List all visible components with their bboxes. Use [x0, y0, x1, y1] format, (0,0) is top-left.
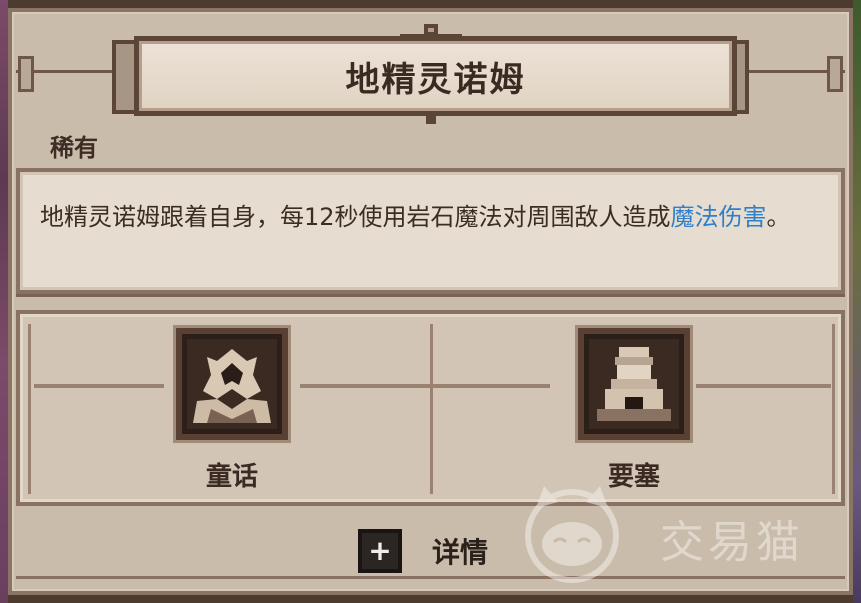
right-background-edge: [853, 0, 861, 603]
watermark-text: 交易猫: [660, 517, 804, 568]
trait-fortress[interactable]: 要塞: [574, 328, 694, 493]
cat-logo-icon: [525, 486, 619, 583]
details-button[interactable]: + 详情: [358, 526, 488, 576]
left-background-edge: [0, 0, 8, 603]
banner-ribbon: 地精灵诺姆: [134, 36, 737, 116]
trait-ornament-line: [34, 384, 164, 388]
banner-right-cap: [827, 56, 843, 92]
traits-panel: 童话 要塞: [16, 310, 845, 506]
description-text: 地精灵诺姆跟着自身，每12秒使用岩石魔法对周围敌人造成魔法伤害。: [40, 196, 821, 238]
details-label: 详情: [432, 536, 489, 569]
fortress-tower-icon: [589, 339, 679, 429]
trait-icon-frame: [176, 328, 288, 440]
plus-icon: +: [358, 529, 402, 573]
trait-ornament-line: [696, 384, 831, 388]
goblin-mask-icon: [187, 339, 277, 429]
trait-icon-frame: [578, 328, 690, 440]
trait-ornament-vline: [430, 324, 433, 494]
banner-bottom-ornament-icon: [408, 112, 454, 124]
banner-left-cap: [18, 56, 34, 92]
description-suffix: 。: [766, 203, 791, 231]
description-prefix: 地精灵诺姆跟着自身，每12秒使用岩石魔法对周围敌人造成: [40, 203, 671, 231]
trait-label: 童话: [205, 462, 258, 492]
trait-ornament-vline: [28, 324, 31, 494]
trait-ornament-vline: [832, 324, 835, 494]
watermark: 交易猫: [510, 484, 840, 584]
trait-fairy-tale[interactable]: 童话: [172, 328, 292, 493]
rarity-label: 稀有: [50, 134, 98, 162]
card-title: 地精灵诺姆: [345, 59, 526, 100]
description-highlight[interactable]: 魔法伤害: [671, 203, 767, 231]
title-banner: 地精灵诺姆: [16, 24, 845, 124]
trait-ornament-line: [300, 384, 550, 388]
description-box: 地精灵诺姆跟着自身，每12秒使用岩石魔法对周围敌人造成魔法伤害。: [16, 168, 845, 294]
